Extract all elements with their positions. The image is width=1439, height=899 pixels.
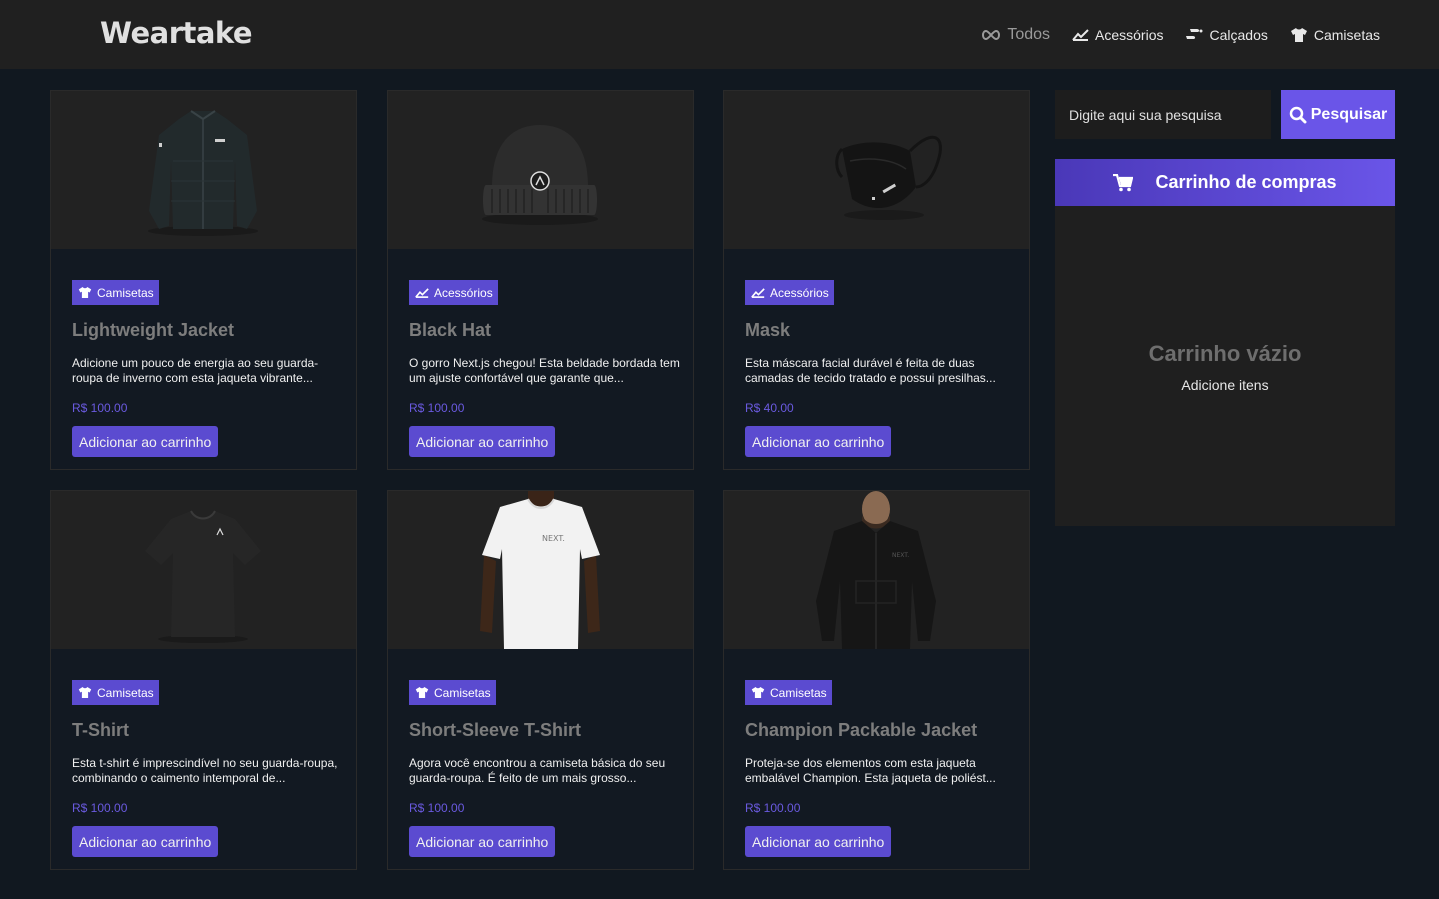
nav-item-label: Todos [1007,25,1051,43]
product-title[interactable]: Lightweight Jacket [72,320,234,341]
category-label: Camisetas [770,685,827,700]
site-header: Weartake Todos Acessórios Calçados Camis… [0,0,1439,69]
hat-image [482,125,598,225]
product-card: NEXT. Camisetas Short-Sleeve T-Shirt Ago… [387,490,694,870]
add-to-cart-button[interactable]: Adicionar ao carrinho [72,426,219,457]
product-card: Camisetas Lightweight Jacket Adicione um… [50,90,357,470]
cart-icon [1113,173,1134,191]
add-to-cart-button[interactable]: Adicionar ao carrinho [745,826,892,857]
category-badge: Camisetas [745,680,832,705]
product-image[interactable]: NEXT. [724,491,1029,649]
shopping-cart-panel: Carrinho de compras Carrinho vázio Adici… [1055,159,1395,526]
shoe-icon [1186,28,1203,39]
product-card: Acessórios Mask Esta máscara facial durá… [723,90,1030,470]
product-description: Proteja-se dos elementos com esta jaquet… [745,756,996,785]
add-to-cart-button[interactable]: Adicionar ao carrinho [745,426,892,457]
product-image[interactable] [388,91,693,249]
product-title[interactable]: Champion Packable Jacket [745,720,977,741]
product-description: Esta t-shirt é imprescindível no seu gua… [72,756,338,785]
product-card: Acessórios Black Hat O gorro Next.js che… [387,90,694,470]
category-label: Camisetas [97,285,154,300]
category-label: Camisetas [434,685,491,700]
nav-item-calcados[interactable]: Calçados [1185,26,1268,43]
product-card: Camisetas T-Shirt Esta t-shirt é impresc… [50,490,357,870]
product-image[interactable]: NEXT. [388,491,693,649]
product-price: R$ 40.00 [745,401,794,415]
search-button-label: Pesquisar [1310,105,1388,123]
tshirt-icon [78,687,92,698]
category-badge: Acessórios [409,280,498,305]
cart-empty-title: Carrinho vázio [1148,341,1302,366]
accessory-icon [415,287,429,298]
model-jacket-image: NEXT. [816,491,936,649]
tshirt-image [145,510,261,643]
nav-item-label: Camisetas [1313,26,1380,43]
tshirt-icon [78,287,92,298]
nav-item-acessorios[interactable]: Acessórios [1072,27,1163,43]
nav-item-camisetas[interactable]: Camisetas [1290,27,1380,43]
product-title[interactable]: Black Hat [409,320,491,341]
site-logo[interactable]: Weartake [100,16,253,50]
svg-text:NEXT.: NEXT. [892,552,909,559]
product-price: R$ 100.00 [72,401,128,415]
add-to-cart-button[interactable]: Adicionar ao carrinho [409,826,556,857]
model-tshirt-image: NEXT. [480,491,600,649]
product-price: R$ 100.00 [72,801,128,815]
search-input[interactable] [1055,90,1271,139]
add-to-cart-button[interactable]: Adicionar ao carrinho [409,426,556,457]
nav-item-todos[interactable]: Todos [981,26,1050,44]
cart-title: Carrinho de compras [1155,172,1337,192]
accessory-icon [1072,28,1089,41]
product-image[interactable] [724,91,1029,249]
search-button[interactable]: Pesquisar [1281,90,1395,139]
product-description: O gorro Next.js chegou! Esta beldade bor… [409,356,680,385]
cart-empty-subtitle: Adicione itens [1181,377,1269,393]
svg-text:NEXT.: NEXT. [542,534,565,543]
tshirt-icon [751,687,765,698]
search-icon [1289,106,1307,123]
product-description: Agora você encontrou a camiseta básica d… [409,756,666,785]
product-card: NEXT. Camisetas Champion Packable Jacket… [723,490,1030,870]
nav-item-label: Acessórios [1095,26,1164,43]
category-label: Acessórios [770,285,829,300]
mask-image [835,135,942,220]
category-nav: Todos Acessórios Calçados Camisetas [959,0,1380,69]
product-price: R$ 100.00 [409,801,465,815]
jacket-image [148,110,258,236]
tshirt-icon [1290,27,1307,42]
product-description: Esta máscara facial durável é feita de d… [745,356,996,385]
nav-item-label: Calçados [1209,26,1268,43]
category-label: Acessórios [434,285,493,300]
product-title[interactable]: Mask [745,320,790,341]
product-price: R$ 100.00 [409,401,465,415]
cart-header: Carrinho de compras [1055,159,1395,206]
accessory-icon [751,287,765,298]
category-badge: Acessórios [745,280,834,305]
tshirt-icon [415,687,429,698]
category-label: Camisetas [97,685,154,700]
infinity-icon [982,29,1001,40]
product-description: Adicione um pouco de energia ao seu guar… [72,356,319,385]
product-image[interactable] [51,91,356,249]
category-badge: Camisetas [409,680,496,705]
product-title[interactable]: T-Shirt [72,720,129,741]
category-badge: Camisetas [72,680,159,705]
product-image[interactable] [51,491,356,649]
category-badge: Camisetas [72,280,159,305]
add-to-cart-button[interactable]: Adicionar ao carrinho [72,826,219,857]
product-title[interactable]: Short-Sleeve T-Shirt [409,720,581,741]
product-price: R$ 100.00 [745,801,801,815]
